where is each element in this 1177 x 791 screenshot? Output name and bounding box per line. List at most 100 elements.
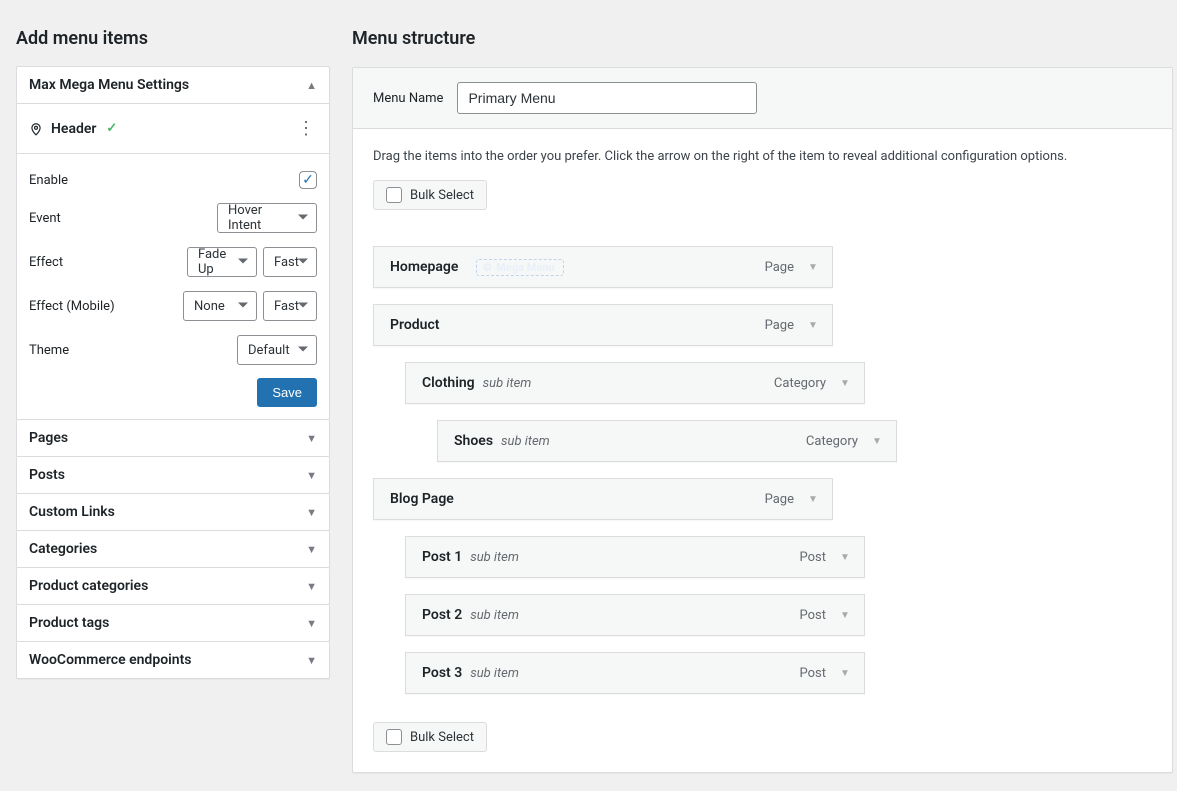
menu-item-type: Post [800,608,827,623]
woocommerce-endpoints-toggle[interactable]: WooCommerce endpoints ▼ [17,642,329,678]
gear-icon: ⚙ [482,262,492,273]
product-categories-title: Product categories [29,578,148,594]
enable-checkbox[interactable]: ✓ [299,171,317,189]
woocommerce-endpoints-title: WooCommerce endpoints [29,652,191,668]
collapse-icon: ▲ [306,79,317,92]
product-tags-panel: Product tags ▼ [16,605,330,642]
categories-title: Categories [29,541,97,557]
sub-item-label: sub item [501,434,550,449]
expand-item-icon[interactable]: ▼ [838,552,852,563]
custom-links-panel: Custom Links ▼ [16,494,330,531]
menu-item-product[interactable]: Product Page ▼ [373,304,833,346]
expand-item-icon[interactable]: ▼ [806,494,820,505]
save-button[interactable]: Save [257,378,317,407]
menu-name-input[interactable] [457,82,757,114]
effect-mobile-label: Effect (Mobile) [29,299,115,314]
menu-edit-header: Menu Name [353,68,1172,129]
expand-item-icon[interactable]: ▼ [870,436,884,447]
chevron-down-icon: ▼ [306,654,317,667]
menu-item-homepage[interactable]: Homepage ⚙ Mega Menu Page ▼ [373,246,833,288]
bulk-select-label: Bulk Select [410,730,474,745]
enable-row: Enable ✓ [29,164,317,196]
event-label: Event [29,211,61,226]
menu-location-row: Header ✓ ⋮ [17,104,329,154]
theme-row: Theme Default [29,328,317,372]
menu-name-label: Menu Name [373,91,443,106]
menu-location-label: Header [51,121,96,137]
categories-panel: Categories ▼ [16,531,330,568]
menu-item-post-2[interactable]: Post 2 sub item Post ▼ [405,594,865,636]
menu-item-title: Post 1 [422,549,462,565]
bulk-select-checkbox[interactable] [386,729,402,745]
expand-item-icon[interactable]: ▼ [806,320,820,331]
effect-speed-select[interactable]: Fast [263,247,317,277]
menu-item-type: Page [765,318,794,333]
product-tags-toggle[interactable]: Product tags ▼ [17,605,329,641]
chevron-down-icon: ▼ [306,580,317,593]
categories-toggle[interactable]: Categories ▼ [17,531,329,567]
effect-mobile-row: Effect (Mobile) None Fast [29,284,317,328]
location-more-button[interactable]: ⋮ [289,116,323,141]
menu-item-type: Category [774,376,826,391]
menu-item-post-1[interactable]: Post 1 sub item Post ▼ [405,536,865,578]
menu-edit-body: Drag the items into the order you prefer… [353,129,1172,772]
posts-title: Posts [29,467,65,483]
menu-item-type: Category [806,434,858,449]
menu-items-list: Homepage ⚙ Mega Menu Page ▼ Product [373,246,1152,694]
event-select[interactable]: Hover Intent [217,203,317,233]
chevron-down-icon: ▼ [306,432,317,445]
theme-select[interactable]: Default [237,335,317,365]
posts-panel: Posts ▼ [16,457,330,494]
bulk-select-top[interactable]: Bulk Select [373,180,487,210]
custom-links-title: Custom Links [29,504,115,520]
expand-item-icon[interactable]: ▼ [838,610,852,621]
product-categories-toggle[interactable]: Product categories ▼ [17,568,329,604]
mega-menu-settings-panel: Max Mega Menu Settings ▲ Header ✓ [16,66,330,420]
menu-item-title: Product [390,317,439,333]
check-icon: ✓ [106,121,117,136]
mega-menu-badge-label: Mega Menu [496,261,554,274]
menu-structure-heading: Menu structure [352,28,1173,49]
mega-menu-badge[interactable]: ⚙ Mega Menu [476,259,563,276]
sub-item-label: sub item [483,376,532,391]
effect-label: Effect [29,255,63,270]
chevron-down-icon: ▼ [306,506,317,519]
menu-item-blog[interactable]: Blog Page Page ▼ [373,478,833,520]
chevron-down-icon: ▼ [306,617,317,630]
product-categories-panel: Product categories ▼ [16,568,330,605]
menu-item-title: Post 3 [422,665,462,681]
drag-hint: Drag the items into the order you prefer… [373,149,1152,164]
mega-menu-settings-title: Max Mega Menu Settings [29,77,189,93]
menu-item-clothing[interactable]: Clothing sub item Category ▼ [405,362,865,404]
sub-item-label: sub item [470,550,519,565]
menu-item-type: Page [765,492,794,507]
expand-item-icon[interactable]: ▼ [838,378,852,389]
menu-item-post-3[interactable]: Post 3 sub item Post ▼ [405,652,865,694]
menu-item-shoes[interactable]: Shoes sub item Category ▼ [437,420,897,462]
bulk-select-label: Bulk Select [410,188,474,203]
menu-item-type: Page [765,260,794,275]
menu-item-type: Post [800,666,827,681]
expand-item-icon[interactable]: ▼ [806,262,820,273]
posts-toggle[interactable]: Posts ▼ [17,457,329,493]
expand-item-icon[interactable]: ▼ [838,668,852,679]
menu-edit-box: Menu Name Drag the items into the order … [352,67,1173,773]
effect-mobile-select[interactable]: None [183,291,257,321]
effect-row: Effect Fade Up Fast [29,240,317,284]
product-tags-title: Product tags [29,615,109,631]
custom-links-toggle[interactable]: Custom Links ▼ [17,494,329,530]
woocommerce-endpoints-panel: WooCommerce endpoints ▼ [16,642,330,679]
enable-label: Enable [29,173,68,188]
pages-toggle[interactable]: Pages ▼ [17,420,329,456]
menu-item-title: Clothing [422,375,475,391]
pages-title: Pages [29,430,68,446]
event-row: Event Hover Intent [29,196,317,240]
bulk-select-checkbox[interactable] [386,187,402,203]
location-pin-icon [29,122,43,136]
effect-mobile-speed-select[interactable]: Fast [263,291,317,321]
menu-item-type: Post [800,550,827,565]
mega-menu-settings-toggle[interactable]: Max Mega Menu Settings ▲ [17,67,329,104]
bulk-select-bottom[interactable]: Bulk Select [373,722,487,752]
effect-select[interactable]: Fade Up [187,247,257,277]
mega-menu-settings-body: Enable ✓ Event Hover Intent Effect [17,154,329,419]
